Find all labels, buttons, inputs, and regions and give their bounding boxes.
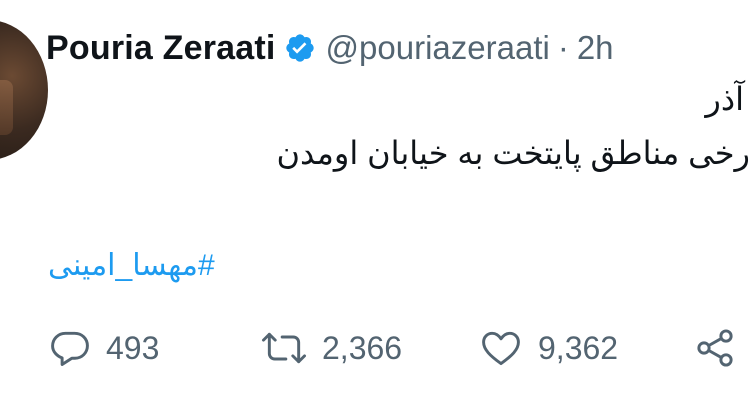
avatar[interactable] xyxy=(0,20,48,160)
retweet-button[interactable]: 2,366 xyxy=(260,320,402,376)
separator-dot: · xyxy=(557,29,569,66)
like-count: 9,362 xyxy=(538,329,619,366)
verified-badge-icon xyxy=(284,32,316,64)
like-button[interactable]: 9,362 xyxy=(478,320,618,376)
reply-icon xyxy=(48,326,92,370)
reply-button[interactable]: 493 xyxy=(48,320,159,376)
tweet-actions: 493 2,366 9,362 xyxy=(0,320,750,376)
heart-icon xyxy=(478,326,524,370)
share-icon xyxy=(692,326,738,370)
tweet-card[interactable]: Pouria Zeraati @pouriazeraati · 2h آذر ر… xyxy=(0,0,750,395)
tweet-text-line-1: آذر xyxy=(705,81,744,117)
retweet-count: 2,366 xyxy=(322,329,403,366)
hashtag-link[interactable]: #مهسا_امینی xyxy=(48,248,215,283)
reply-count: 493 xyxy=(106,329,160,366)
tweet-timestamp[interactable]: 2h xyxy=(577,29,614,67)
tweet-header: Pouria Zeraati @pouriazeraati · 2h xyxy=(46,26,614,70)
avatar-photo-detail xyxy=(0,80,13,135)
tweet-text-line-2: رخی مناطق پایتخت به خیابان اومدن xyxy=(276,135,750,171)
author-handle[interactable]: @pouriazeraati xyxy=(326,29,550,67)
author-name[interactable]: Pouria Zeraati xyxy=(46,29,276,68)
share-button[interactable] xyxy=(692,320,738,376)
retweet-icon xyxy=(260,326,308,370)
